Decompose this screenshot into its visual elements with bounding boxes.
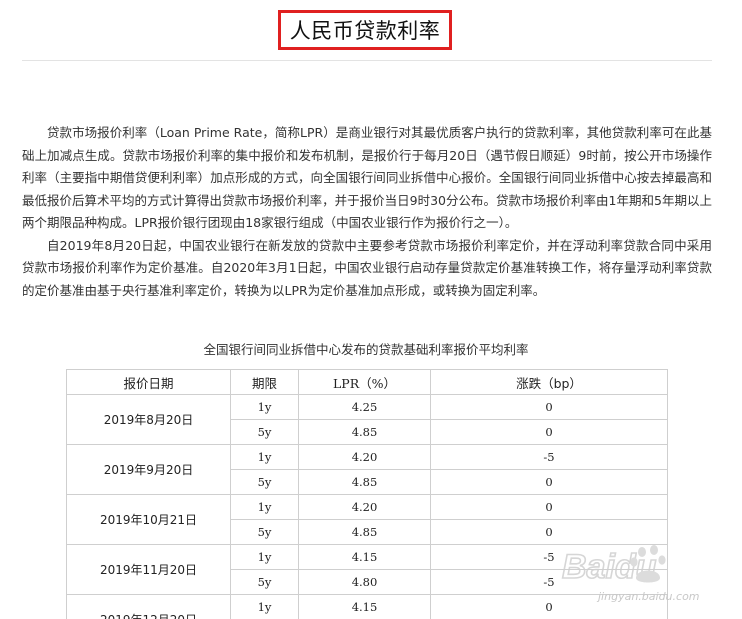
baidu-watermark-subtext: jingyan.baidu.com: [598, 590, 700, 603]
change-cell: -5: [430, 544, 668, 570]
change-cell: 0: [430, 519, 668, 545]
lpr-cell: 4.85: [298, 519, 431, 545]
page-title: 人民币贷款利率: [289, 19, 441, 43]
date-cell: 2019年9月20日: [66, 444, 231, 495]
term-cell: 1y: [230, 444, 299, 470]
header-date: 报价日期: [66, 369, 231, 395]
term-cell: 5y: [230, 469, 299, 495]
article-paragraph-1: 贷款市场报价利率（Loan Prime Rate，简称LPR）是商业银行对其最优…: [22, 125, 712, 230]
lpr-cell: 4.85: [298, 419, 431, 445]
table-row: 2019年12月20日 1y 4.15 0: [66, 594, 668, 619]
lpr-cell: 4.25: [298, 394, 431, 420]
term-cell: 5y: [230, 419, 299, 445]
date-cell: 2019年11月20日: [66, 544, 231, 595]
article-page: 人民币贷款利率 贷款市场报价利率（Loan Prime Rate，简称LPR）是…: [0, 0, 742, 619]
term-cell: 1y: [230, 594, 299, 619]
date-cell: 2019年12月20日: [66, 594, 231, 619]
lpr-cell: 4.80: [298, 569, 431, 595]
header-lpr: LPR（%）: [298, 369, 431, 395]
table-header-row: 报价日期 期限 LPR（%） 涨跌（bp）: [66, 369, 668, 395]
change-cell: -5: [430, 444, 668, 470]
table-row: 2019年9月20日 1y 4.20 -5: [66, 444, 668, 495]
term-cell: 1y: [230, 494, 299, 520]
header-term: 期限: [230, 369, 299, 395]
change-cell: 0: [430, 394, 668, 420]
date-cell: 2019年10月21日: [66, 494, 231, 545]
article-body: 贷款市场报价利率（Loan Prime Rate，简称LPR）是商业银行对其最优…: [22, 122, 712, 302]
lpr-table: 报价日期 期限 LPR（%） 涨跌（bp） 2019年8月20日 1y 4.25…: [66, 369, 668, 619]
lpr-cell: 4.15: [298, 544, 431, 570]
table-row: 2019年11月20日 1y 4.15 -5: [66, 544, 668, 595]
term-cell: 5y: [230, 519, 299, 545]
title-highlight-box: 人民币贷款利率: [278, 10, 452, 50]
lpr-cell: 4.15: [298, 594, 431, 619]
lpr-cell: 4.20: [298, 444, 431, 470]
term-cell: 1y: [230, 544, 299, 570]
table-row: 2019年10月21日 1y 4.20 0: [66, 494, 668, 545]
article-paragraph-2: 自2019年8月20日起，中国农业银行在新发放的贷款中主要参考贷款市场报价利率定…: [22, 237, 712, 298]
lpr-cell: 4.85: [298, 469, 431, 495]
term-cell: 1y: [230, 394, 299, 420]
lpr-cell: 4.20: [298, 494, 431, 520]
term-cell: 5y: [230, 569, 299, 595]
header-change: 涨跌（bp）: [430, 369, 668, 395]
title-divider: [22, 60, 712, 61]
change-cell: 0: [430, 469, 668, 495]
table-row: 2019年8月20日 1y 4.25 0: [66, 394, 668, 445]
table-caption: 全国银行间同业拆借中心发布的贷款基础利率报价平均利率: [203, 342, 529, 357]
change-cell: 0: [430, 419, 668, 445]
date-cell: 2019年8月20日: [66, 394, 231, 445]
change-cell: 0: [430, 494, 668, 520]
